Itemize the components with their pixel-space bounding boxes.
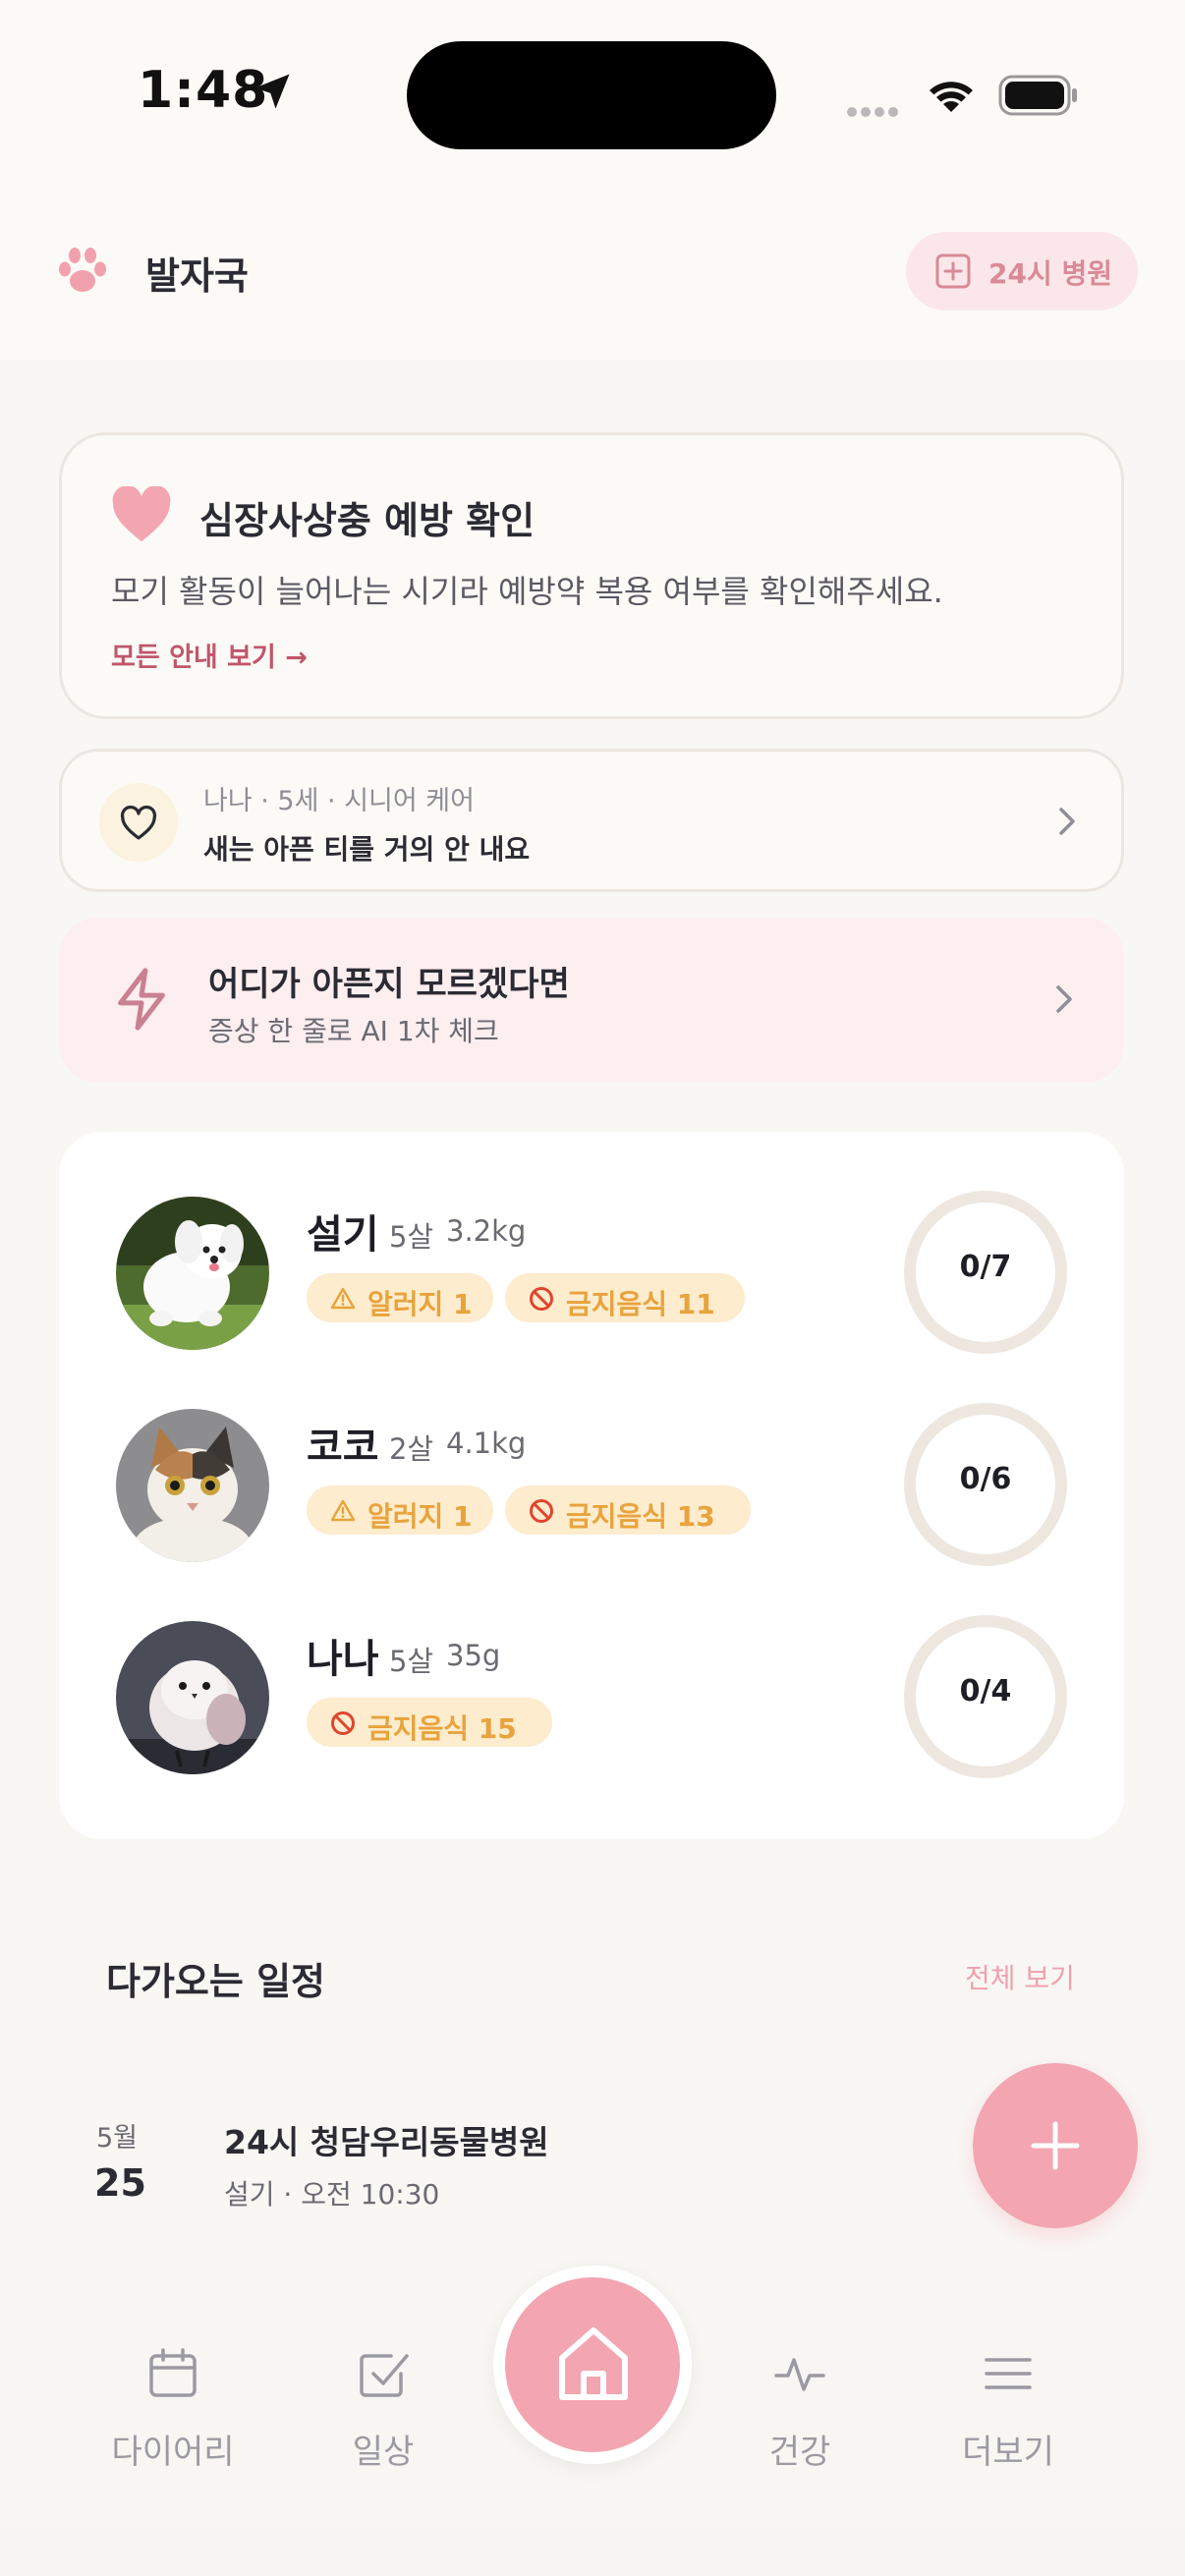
prohibited-icon [530,1499,553,1523]
senior-care-card[interactable]: 나나 · 5세 · 시니어 케어 새는 아픈 티를 거의 안 내요 [59,749,1124,892]
calendar-icon [149,2348,197,2397]
pet-weight: 4.1kg [446,1427,527,1460]
forbidden-food-tag-label: 금지음식 13 [566,1500,715,1533]
paw-logo-icon [59,248,106,292]
add-button[interactable] [973,2063,1138,2228]
pet-avatar [116,1197,269,1350]
pet-age: 5살 [389,1645,434,1678]
daily-progress-ring: 0/7 [902,1189,1069,1356]
pulse-icon [774,2358,825,2391]
tab-home[interactable] [493,2266,692,2464]
ai-check-subtitle: 증상 한 줄로 AI 1차 체크 [208,1015,499,1047]
ai-symptom-check-card[interactable]: 어디가 아픈지 모르겠다면 증상 한 줄로 AI 1차 체크 [59,918,1124,1083]
heart-outline-icon [120,805,157,840]
pet-row-nana[interactable]: 나나 5살 35g 금지음식 15 0/4 [59,1615,1124,1818]
warning-icon [330,1287,356,1310]
emergency-hospital-label: 24시 병원 [988,257,1112,290]
chevron-right-icon [1059,808,1075,835]
senior-card-subtitle: 나나 · 5세 · 시니어 케어 [203,786,475,816]
senior-icon-badge [99,783,178,862]
tab-more-label: 더보기 [962,2433,1054,2472]
pet-row-seolgi[interactable]: 설기 5살 3.2kg 알러지 1 금지음식 11 0/7 [59,1191,1124,1393]
dynamic-island [407,41,776,149]
prohibited-icon [331,1711,355,1735]
pet-name: 나나 [307,1637,379,1682]
senior-card-text: 새는 아픈 티를 거의 안 내요 [203,833,531,866]
pet-row-coco[interactable]: 코코 2살 4.1kg 알러지 1 금지음식 13 0/6 [59,1403,1124,1605]
forbidden-food-tag-label: 금지음식 15 [367,1712,517,1745]
cellular-signal-icon [847,102,902,121]
forbidden-food-tag[interactable]: 금지음식 13 [505,1485,751,1535]
schedule-place: 24시 청담우리동물병원 [224,2123,549,2161]
forbidden-food-tag[interactable]: 금지음식 11 [505,1273,745,1322]
location-arrow-icon [254,74,290,109]
pet-age: 5살 [389,1220,434,1254]
schedule-day: 25 [94,2161,146,2205]
warning-icon [330,1499,356,1522]
heartworm-notice-card[interactable]: 심장사상충 예방 확인 모기 활동이 늘어나는 시기라 예방약 복용 여부를 확… [59,432,1124,719]
wifi-icon [930,82,973,112]
tab-diary-label: 다이어리 [111,2433,235,2472]
pet-name: 코코 [307,1425,379,1470]
ai-check-title: 어디가 아픈지 모르겠다면 [208,965,570,1004]
allergy-tag-label: 알러지 1 [367,1288,473,1320]
prohibited-icon [530,1287,553,1311]
forbidden-food-tag-label: 금지음식 11 [566,1288,715,1320]
chevron-right-icon [1056,985,1072,1013]
pets-card: 설기 5살 3.2kg 알러지 1 금지음식 11 0/7 코코 2살 4.1k… [59,1132,1124,1839]
emergency-hospital-button[interactable]: 24시 병원 [906,232,1138,310]
progress-count: 0/4 [959,1674,1012,1708]
medical-plus-icon [935,253,971,289]
pet-weight: 35g [446,1639,501,1672]
status-bar: 1:48 [0,0,1185,196]
pet-avatar [116,1409,269,1562]
tab-diary[interactable]: 다이어리 [75,2346,271,2493]
tab-daily-label: 일상 [352,2433,415,2472]
pet-avatar [116,1621,269,1774]
status-time: 1:48 [138,61,269,120]
notice-body: 모기 활동이 늘어나는 시기라 예방약 복용 여부를 확인해주세요. [111,573,943,610]
app-header: 발자국 24시 병원 [0,196,1185,360]
allergy-tag[interactable]: 알러지 1 [307,1273,493,1322]
all-notices-link[interactable]: 모든 안내 보기 → [111,636,308,674]
allergy-tag-label: 알러지 1 [367,1500,473,1533]
progress-count: 0/7 [959,1250,1012,1284]
checkbox-icon [360,2354,409,2397]
app-title: 발자국 [145,254,249,298]
schedule-month: 5월 [96,2123,139,2154]
notice-title: 심장사상충 예방 확인 [199,499,536,542]
plus-icon [1031,2121,1080,2170]
battery-icon [998,75,1077,116]
schedule-view-all-link[interactable]: 전체 보기 [965,1957,1075,1996]
tab-health[interactable]: 건강 [702,2346,898,2493]
home-icon [559,2327,628,2400]
schedule-detail: 설기 · 오전 10:30 [224,2178,440,2211]
tab-more[interactable]: 더보기 [910,2346,1106,2493]
pet-weight: 3.2kg [446,1214,527,1248]
lightning-bolt-icon [118,968,165,1031]
menu-icon [985,2358,1032,2389]
daily-progress-ring: 0/6 [902,1401,1069,1568]
heart-icon [112,486,171,542]
pet-age: 2살 [389,1432,434,1466]
progress-count: 0/6 [959,1462,1012,1496]
pet-name: 설기 [307,1212,379,1258]
tab-health-label: 건강 [768,2433,831,2472]
allergy-tag[interactable]: 알러지 1 [307,1485,493,1535]
forbidden-food-tag[interactable]: 금지음식 15 [307,1698,552,1747]
schedule-section-title: 다가오는 일정 [106,1960,325,2003]
tab-daily[interactable]: 일상 [285,2346,481,2493]
daily-progress-ring: 0/4 [902,1613,1069,1780]
home-button[interactable] [505,2277,680,2452]
